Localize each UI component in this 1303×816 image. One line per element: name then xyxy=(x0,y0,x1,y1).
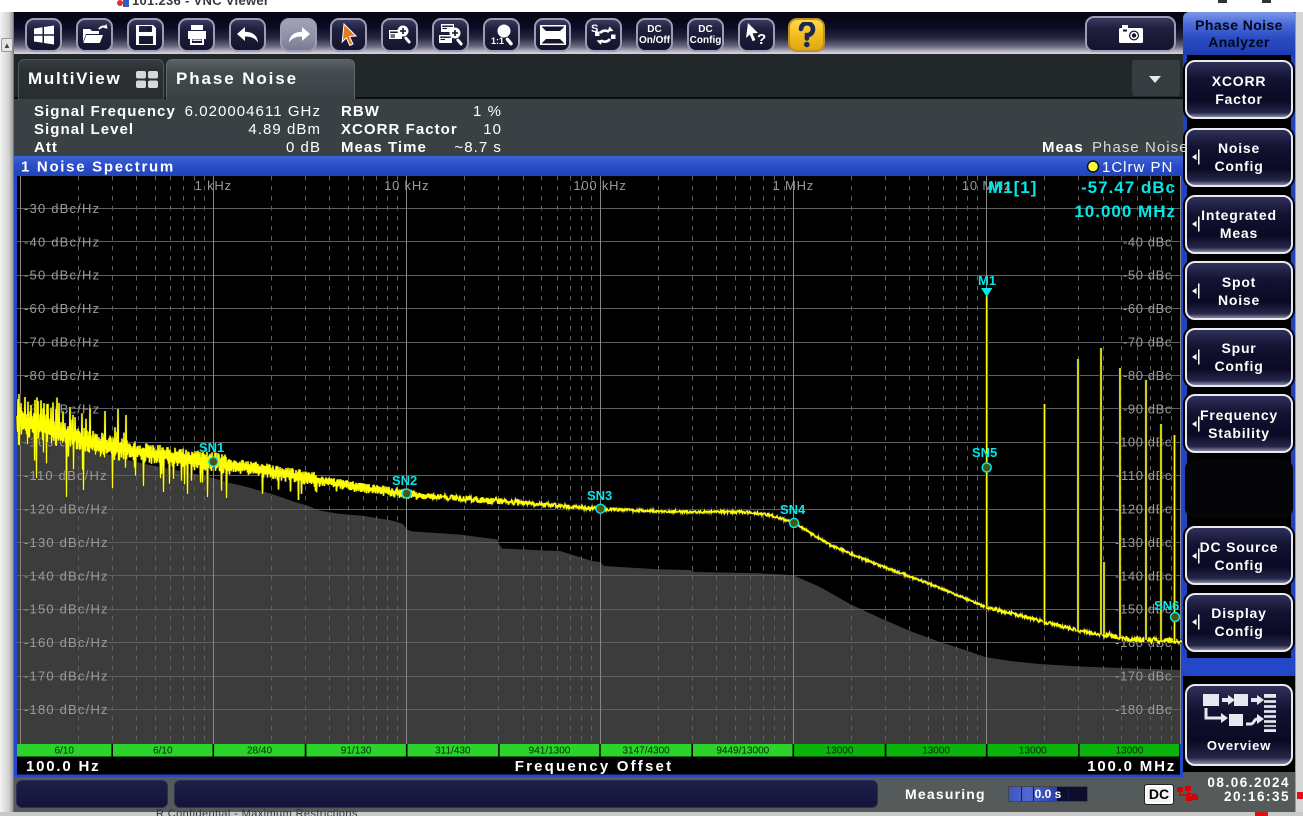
svg-text:-170 dBc: -170 dBc xyxy=(1115,669,1172,684)
svg-text:M1: M1 xyxy=(978,273,996,288)
svg-text:1 MHz: 1 MHz xyxy=(773,178,815,193)
svg-text:941/1300: 941/1300 xyxy=(529,746,571,757)
svg-text:28/40: 28/40 xyxy=(247,746,272,757)
svg-text:-180 dBc: -180 dBc xyxy=(1115,702,1172,717)
svg-text:SN4: SN4 xyxy=(780,502,806,517)
svg-text:-180 dBc/Hz: -180 dBc/Hz xyxy=(24,702,109,717)
svg-text:13000: 13000 xyxy=(1116,746,1144,757)
svg-text:-57.47 dBc: -57.47 dBc xyxy=(1081,178,1176,197)
svg-text:SN2: SN2 xyxy=(392,473,417,488)
svg-text:-150 dBc/Hz: -150 dBc/Hz xyxy=(24,602,109,617)
svg-text:-120 dBc/Hz: -120 dBc/Hz xyxy=(24,502,109,517)
svg-text:SN6: SN6 xyxy=(1154,598,1179,613)
svg-text:100.0 MHz: 100.0 MHz xyxy=(1087,758,1176,775)
svg-text:SN5: SN5 xyxy=(972,445,997,460)
svg-text:1 Noise Spectrum: 1 Noise Spectrum xyxy=(21,159,175,176)
svg-text:-60 dBc: -60 dBc xyxy=(1123,301,1172,316)
svg-text:-40 dBc/Hz: -40 dBc/Hz xyxy=(24,234,100,249)
svg-text:-70 dBc/Hz: -70 dBc/Hz xyxy=(24,335,100,350)
svg-text:6/10: 6/10 xyxy=(153,746,173,757)
svg-text:-70 dBc: -70 dBc xyxy=(1123,335,1172,350)
svg-text:SN3: SN3 xyxy=(587,488,612,503)
svg-text:13000: 13000 xyxy=(1019,746,1047,757)
svg-text:-80 dBc/Hz: -80 dBc/Hz xyxy=(24,368,100,383)
svg-text:-50 dBc: -50 dBc xyxy=(1123,268,1172,283)
svg-text:100 kHz: 100 kHz xyxy=(573,178,626,193)
svg-text:100.0 Hz: 100.0 Hz xyxy=(26,758,100,775)
svg-text:M1[1]: M1[1] xyxy=(988,178,1037,197)
svg-text:-140 dBc/Hz: -140 dBc/Hz xyxy=(24,568,109,583)
svg-text:-130 dBc/Hz: -130 dBc/Hz xyxy=(24,535,109,550)
svg-text:13000: 13000 xyxy=(826,746,854,757)
svg-text:Frequency Offset: Frequency Offset xyxy=(515,758,674,775)
svg-text:311/430: 311/430 xyxy=(435,746,471,757)
svg-text:1 kHz: 1 kHz xyxy=(195,178,232,193)
svg-text:?: ? xyxy=(757,31,766,47)
svg-text:3147/4300: 3147/4300 xyxy=(622,746,670,757)
svg-text:-40 dBc: -40 dBc xyxy=(1123,234,1172,249)
svg-text:-160 dBc/Hz: -160 dBc/Hz xyxy=(24,635,109,650)
svg-text:-140 dBc: -140 dBc xyxy=(1115,568,1172,583)
svg-text:10 kHz: 10 kHz xyxy=(384,178,429,193)
svg-text:-50 dBc/Hz: -50 dBc/Hz xyxy=(24,268,100,283)
svg-text:-100 dBc: -100 dBc xyxy=(1115,435,1172,450)
svg-text:SN1: SN1 xyxy=(199,440,224,455)
svg-text:1Clrw PN: 1Clrw PN xyxy=(1102,159,1173,176)
svg-text:-170 dBc/Hz: -170 dBc/Hz xyxy=(24,669,109,684)
svg-text:-60 dBc/Hz: -60 dBc/Hz xyxy=(24,301,100,316)
svg-text:1:1: 1:1 xyxy=(491,36,504,46)
svg-text:10.000 MHz: 10.000 MHz xyxy=(1074,202,1176,221)
svg-text:13000: 13000 xyxy=(922,746,950,757)
svg-text:9449/13000: 9449/13000 xyxy=(716,746,769,757)
svg-text:-110 dBc: -110 dBc xyxy=(1116,468,1172,483)
svg-text:-120 dBc: -120 dBc xyxy=(1115,502,1172,517)
svg-text:91/130: 91/130 xyxy=(341,746,372,757)
svg-text:-130 dBc: -130 dBc xyxy=(1115,535,1172,550)
svg-text:-30 dBc/Hz: -30 dBc/Hz xyxy=(24,201,100,216)
svg-text:6/10: 6/10 xyxy=(54,746,74,757)
